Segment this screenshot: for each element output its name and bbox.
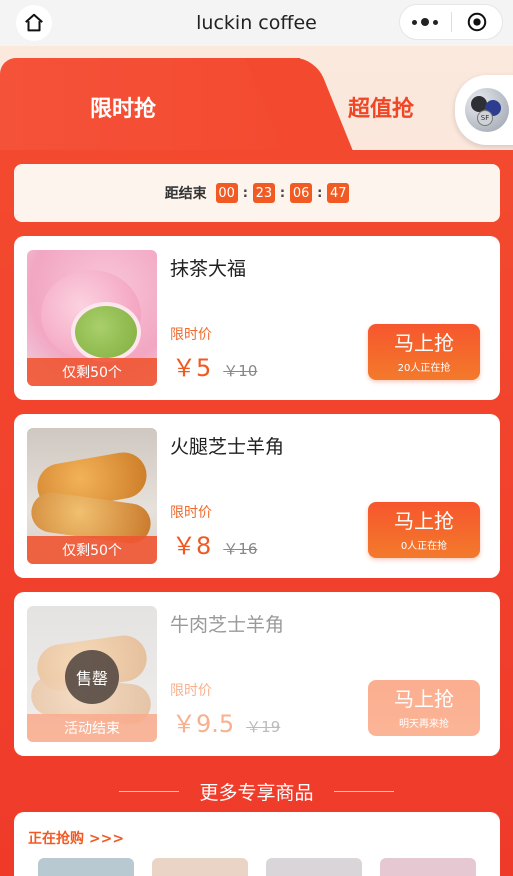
- product-image: 售罄 活动结束: [27, 606, 157, 742]
- stock-ribbon: 仅剩50个: [27, 536, 157, 564]
- current-price: ￥8: [172, 532, 212, 560]
- grab-now-button[interactable]: 马上抢 20人正在抢: [368, 324, 480, 380]
- product-image: 仅剩50个: [27, 250, 157, 386]
- close-program-button[interactable]: [452, 5, 503, 39]
- countdown-minutes: 23: [252, 183, 275, 203]
- countdown-bar: 距结束 00 : 23 : 06 : 47: [14, 164, 500, 222]
- mini-program-capsule: [399, 4, 503, 40]
- product-card[interactable]: 仅剩50个 火腿芝士羊角 限时价 ￥8 ￥16 马上抢 0人正在抢: [14, 414, 500, 578]
- mini-product-thumb[interactable]: [38, 858, 134, 876]
- limited-price-label: 限时价: [170, 683, 212, 699]
- price-row: ￥5 ￥10: [172, 348, 257, 383]
- home-icon: [25, 13, 43, 32]
- more-dots-icon: [412, 18, 439, 26]
- grab-count: 20人正在抢: [397, 362, 451, 374]
- tab-header: 限时抢 超值抢: [0, 46, 513, 150]
- brand-logo-icon: SF: [465, 88, 509, 132]
- price-row: ￥9.5 ￥19: [172, 704, 280, 739]
- divider: [119, 791, 180, 792]
- product-name: 抹茶大福: [170, 258, 247, 280]
- product-card[interactable]: 售罄 活动结束 牛肉芝士羊角 限时价 ￥9.5 ￥19 马上抢 明天再来抢: [14, 592, 500, 756]
- app-title: luckin coffee: [196, 12, 317, 34]
- target-close-icon: [467, 12, 487, 32]
- grab-now-label: 马上抢: [394, 330, 454, 355]
- event-ended-ribbon: 活动结束: [27, 714, 157, 742]
- grab-now-label: 马上抢: [394, 508, 454, 533]
- original-price: ￥10: [223, 362, 258, 380]
- more-products-panel: 正在抢购 >>>: [14, 812, 500, 876]
- product-card[interactable]: 仅剩50个 抹茶大福 限时价 ￥5 ￥10 马上抢 20人正在抢: [14, 236, 500, 400]
- limited-price-label: 限时价: [170, 505, 212, 521]
- stock-ribbon: 仅剩50个: [27, 358, 157, 386]
- top-nav-bar: luckin coffee: [0, 0, 513, 46]
- home-button[interactable]: [16, 5, 52, 41]
- divider: [333, 791, 394, 792]
- more-menu-button[interactable]: [400, 5, 451, 39]
- mini-product-thumb[interactable]: [380, 858, 476, 876]
- countdown-label: 距结束: [164, 186, 207, 202]
- sold-out-badge: 售罄: [65, 650, 119, 704]
- grab-now-button[interactable]: 马上抢 0人正在抢: [368, 502, 480, 558]
- come-back-tomorrow: 明天再来抢: [399, 718, 449, 730]
- price-row: ￥8 ￥16: [172, 526, 257, 561]
- current-price: ￥5: [172, 354, 212, 382]
- colon: :: [279, 185, 286, 201]
- limited-price-label: 限时价: [170, 327, 212, 343]
- countdown-seconds: 06: [290, 183, 313, 203]
- more-products-title: 更多专享商品: [199, 782, 314, 804]
- countdown-hours: 00: [215, 183, 238, 203]
- product-image: 仅剩50个: [27, 428, 157, 564]
- floating-brand-badge[interactable]: SF: [455, 75, 513, 145]
- grab-now-label: 马上抢: [394, 686, 454, 711]
- more-products-heading: 更多专享商品: [0, 778, 513, 805]
- now-grabbing-link[interactable]: 正在抢购 >>>: [28, 828, 124, 848]
- current-price: ￥9.5: [172, 710, 235, 738]
- mini-product-thumb[interactable]: [152, 858, 248, 876]
- grab-now-button[interactable]: 马上抢 明天再来抢: [368, 680, 480, 736]
- product-name: 火腿芝士羊角: [170, 436, 285, 458]
- colon: :: [242, 185, 248, 201]
- colon: :: [317, 185, 323, 201]
- countdown-ms: 47: [327, 183, 350, 203]
- grab-count: 0人正在抢: [400, 540, 448, 552]
- mini-product-thumb[interactable]: [266, 858, 362, 876]
- tab-flash-sale[interactable]: 限时抢: [90, 91, 156, 123]
- tab-value-deal[interactable]: 超值抢: [348, 91, 414, 123]
- original-price: ￥19: [246, 718, 281, 736]
- product-name: 牛肉芝士羊角: [170, 614, 285, 636]
- original-price: ￥16: [223, 540, 258, 558]
